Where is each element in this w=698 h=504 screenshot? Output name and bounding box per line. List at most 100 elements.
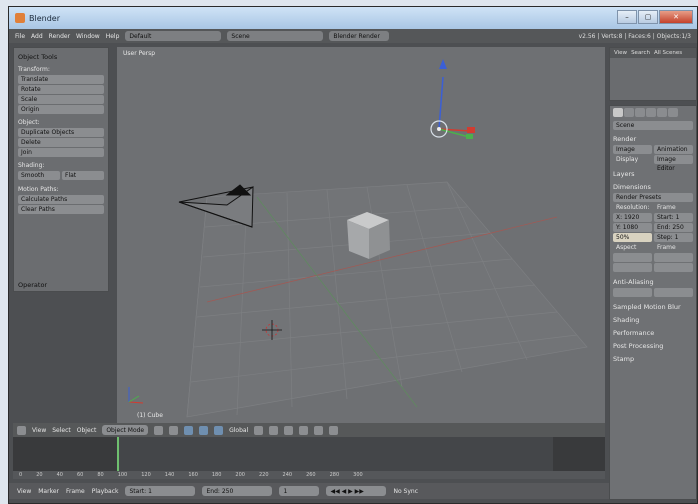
outliner-scope[interactable]: All Scenes xyxy=(654,50,682,56)
close-icon[interactable]: ✕ xyxy=(659,10,693,24)
rotate-button[interactable]: Rotate xyxy=(18,85,104,94)
scene-tab-icon[interactable] xyxy=(624,108,634,117)
screen-layout-field[interactable]: Default xyxy=(125,31,222,41)
tl-menu-frame[interactable]: Frame xyxy=(66,488,85,495)
playback-controls[interactable]: ◀◀ ◀ ▶ ▶▶ xyxy=(326,486,387,496)
lock-icon[interactable] xyxy=(299,425,309,435)
aa-samples-field[interactable] xyxy=(613,288,652,297)
current-frame-field[interactable]: 1 xyxy=(279,486,320,496)
frame-start-field[interactable]: Start: 1 xyxy=(654,213,693,222)
render-preview-icon[interactable] xyxy=(329,425,339,435)
shading-icon[interactable] xyxy=(154,425,164,435)
tl-menu-playback[interactable]: Playback xyxy=(92,488,119,495)
maximize-icon[interactable]: ▢ xyxy=(638,10,658,24)
editor-type-icon[interactable] xyxy=(17,425,26,435)
calculate-paths-button[interactable]: Calculate Paths xyxy=(18,195,104,204)
resolution-y-field[interactable]: Y: 1080 xyxy=(613,223,652,232)
menu-object[interactable]: Object xyxy=(77,427,97,434)
mode-select[interactable]: Object Mode xyxy=(102,425,149,435)
origin-button[interactable]: Origin xyxy=(18,105,104,114)
tl-menu-view[interactable]: View xyxy=(17,488,31,495)
layer-1-icon[interactable] xyxy=(254,425,264,435)
time-stretch-field[interactable] xyxy=(654,263,693,272)
start-frame-field[interactable]: Start: 1 xyxy=(125,486,196,496)
display-label: Display xyxy=(616,156,639,163)
clear-paths-button[interactable]: Clear Paths xyxy=(18,205,104,214)
operator-panel[interactable]: Operator xyxy=(18,281,47,289)
ruler-tick: 260 xyxy=(306,472,316,478)
sync-select[interactable]: No Sync xyxy=(393,488,418,495)
frame-end-field[interactable]: End: 250 xyxy=(654,223,693,232)
ruler-tick: 0 xyxy=(19,472,23,478)
ruler-tick: 60 xyxy=(76,472,84,478)
render-presets-select[interactable]: Render Presets xyxy=(613,193,693,202)
menu-select[interactable]: Select xyxy=(52,427,71,434)
timeline-area[interactable]: 0 20 40 60 80 100 120 140 160 180 200 220 240 260 280 3… xyxy=(13,437,605,479)
menu-file[interactable]: File xyxy=(15,33,25,40)
menu-render[interactable]: Render xyxy=(49,33,70,40)
material-tab-icon[interactable] xyxy=(668,108,678,117)
tool-shelf: Object Tools Transform: Translate Rotate… xyxy=(13,47,109,292)
aspect-y-field[interactable] xyxy=(613,263,652,272)
outliner-search[interactable]: Search xyxy=(631,50,650,56)
frame-ruler[interactable]: 0 20 40 60 80 100 120 140 160 180 200 220 240 260 280 3… xyxy=(13,471,605,479)
menu-view[interactable]: View xyxy=(32,427,46,434)
frame-rate-select[interactable] xyxy=(654,253,693,262)
ruler-tick: 160 xyxy=(188,472,198,478)
manipulator-rotate-icon[interactable] xyxy=(199,425,209,435)
scale-button[interactable]: Scale xyxy=(18,95,104,104)
manipulator-scale-icon[interactable] xyxy=(214,425,224,435)
resolution-x-field[interactable]: X: 1920 xyxy=(613,213,652,222)
end-frame-field[interactable]: End: 250 xyxy=(202,486,273,496)
render-panel-title[interactable]: Render xyxy=(613,135,693,143)
object-tab-icon[interactable] xyxy=(646,108,656,117)
viewport-header: View Select Object Object Mode Global xyxy=(13,423,605,437)
render-tab-icon[interactable] xyxy=(613,108,623,117)
manipulator-translate-icon[interactable] xyxy=(184,425,194,435)
post-processing-panel-title[interactable]: Post Processing xyxy=(613,342,693,350)
smooth-button[interactable]: Smooth xyxy=(18,171,60,180)
render-engine-select[interactable]: Blender Render xyxy=(329,31,390,41)
aa-filter-select[interactable] xyxy=(654,288,693,297)
resolution-percent-field[interactable]: 50% xyxy=(613,233,652,242)
delete-button[interactable]: Delete xyxy=(18,138,104,147)
window-title: Blender xyxy=(29,13,60,23)
performance-panel-title[interactable]: Performance xyxy=(613,329,693,337)
dimensions-panel-title[interactable]: Dimensions xyxy=(613,183,693,191)
snap-icon[interactable] xyxy=(314,425,324,435)
anti-aliasing-panel-title[interactable]: Anti-Aliasing xyxy=(613,278,693,286)
mini-axes-icon xyxy=(128,387,144,404)
scene-name-field[interactable]: Scene xyxy=(613,121,693,130)
menu-help[interactable]: Help xyxy=(106,33,120,40)
pivot-icon[interactable] xyxy=(169,425,179,435)
shading-panel-title[interactable]: Shading xyxy=(613,316,693,324)
menu-window[interactable]: Window xyxy=(76,33,100,40)
render-animation-button[interactable]: Animation xyxy=(654,145,693,154)
layer-2-icon[interactable] xyxy=(269,425,279,435)
layer-3-icon[interactable] xyxy=(284,425,294,435)
motion-blur-panel-title[interactable]: Sampled Motion Blur xyxy=(613,303,693,311)
modifier-tab-icon[interactable] xyxy=(657,108,667,117)
world-tab-icon[interactable] xyxy=(635,108,645,117)
scene-canvas[interactable] xyxy=(117,47,605,423)
flat-button[interactable]: Flat xyxy=(62,171,104,180)
orientation-select[interactable]: Global xyxy=(229,427,248,434)
translate-button[interactable]: Translate xyxy=(18,75,104,84)
join-button[interactable]: Join xyxy=(18,148,104,157)
render-image-button[interactable]: Image xyxy=(613,145,652,154)
aspect-x-field[interactable] xyxy=(613,253,652,262)
shelf-header[interactable]: Object Tools xyxy=(18,53,104,61)
tl-menu-marker[interactable]: Marker xyxy=(38,488,59,495)
menu-add[interactable]: Add xyxy=(31,33,43,40)
minimize-icon[interactable]: – xyxy=(617,10,637,24)
display-select[interactable]: Image Editor xyxy=(654,155,693,172)
stamp-panel-title[interactable]: Stamp xyxy=(613,355,693,363)
3d-viewport[interactable]: User Persp (1) Cube xyxy=(117,47,605,423)
duplicate-button[interactable]: Duplicate Objects xyxy=(18,128,104,137)
layers-panel-title[interactable]: Layers xyxy=(613,170,693,178)
frame-step-field[interactable]: Step: 1 xyxy=(654,233,693,242)
scene-field[interactable]: Scene xyxy=(227,31,324,41)
outliner[interactable]: View Search All Scenes xyxy=(609,47,697,101)
transform-title: Transform: xyxy=(18,66,50,73)
outliner-view[interactable]: View xyxy=(614,50,627,56)
